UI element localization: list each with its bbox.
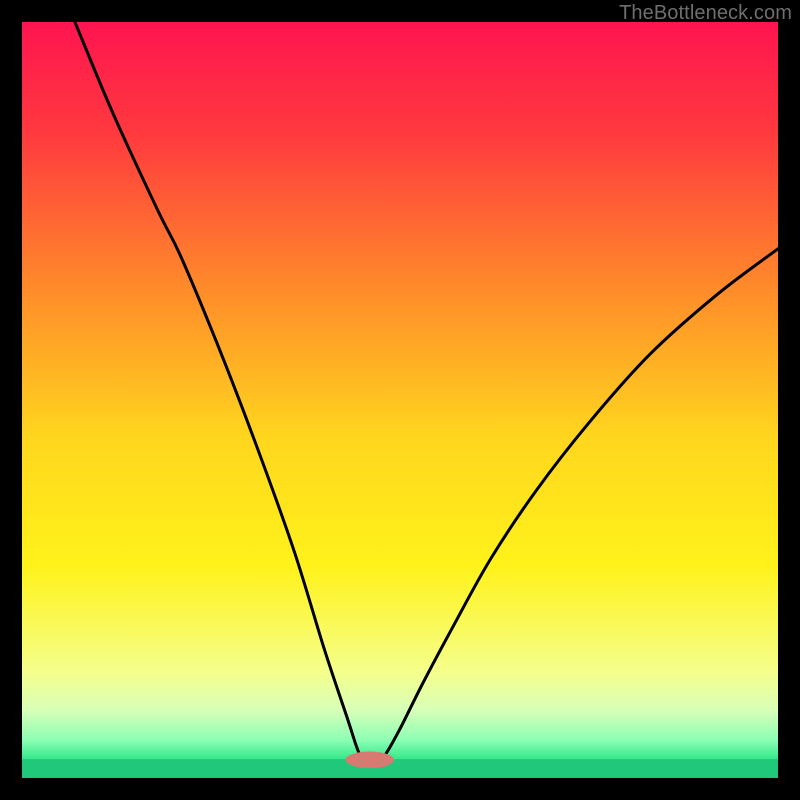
chart-frame: TheBottleneck.com <box>0 0 800 800</box>
bottom-band <box>22 759 778 778</box>
watermark-label: TheBottleneck.com <box>619 2 792 25</box>
chart-canvas <box>22 22 778 778</box>
gradient-background <box>22 22 778 778</box>
plot-area <box>22 22 778 778</box>
optimal-marker <box>346 752 394 769</box>
